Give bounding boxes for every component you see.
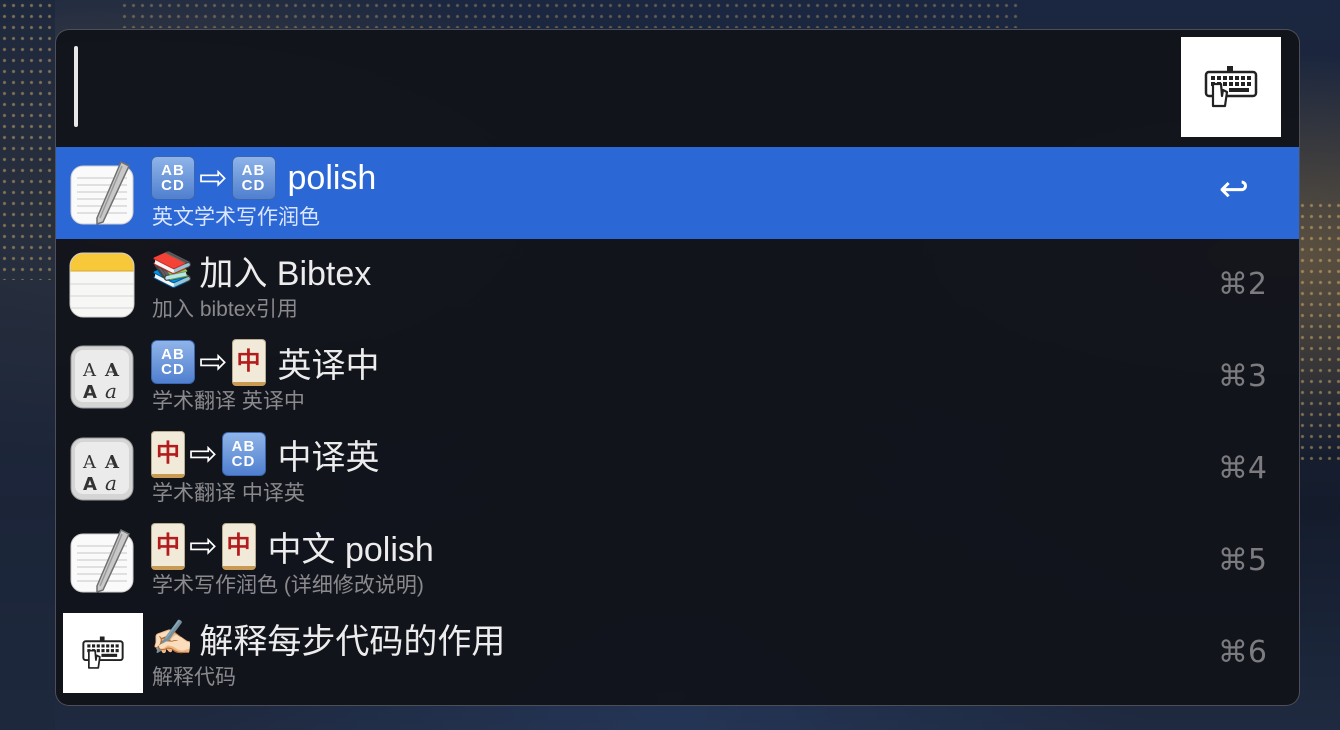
font-book-icon: A A A a bbox=[69, 436, 135, 502]
books-icon: 📚 bbox=[151, 251, 194, 289]
result-title: 中 ⇨ AB CD 中译英 bbox=[151, 430, 380, 478]
shortcut-cmd-2: ⌘2 bbox=[1217, 267, 1267, 302]
result-row-en-to-zh[interactable]: A A A a AB CD ⇨ 中 英译中 学术翻译 英译中 ⌘3 bbox=[56, 331, 1299, 423]
result-title: 📚 加入 Bibtex bbox=[151, 248, 372, 293]
keyboard-hand-icon bbox=[63, 613, 143, 693]
result-title: ✍🏻 解释每步代码的作用 bbox=[151, 616, 506, 661]
abcd-icon: AB CD bbox=[151, 340, 195, 384]
result-row-bibtex[interactable]: 📚 加入 Bibtex 加入 bibtex引用 ⌘2 bbox=[56, 239, 1299, 331]
mahjong-red-dragon-icon: 中 bbox=[151, 430, 185, 478]
writing-hand-icon: ✍🏻 bbox=[151, 619, 194, 657]
shortcut-cmd-4: ⌘4 bbox=[1217, 451, 1267, 486]
result-title-text: 中译英 bbox=[277, 438, 380, 477]
svg-text:A: A bbox=[82, 360, 97, 381]
result-row-polish[interactable]: AB CD ⇨ AB CD polish 英文学术写作润色 ↩ bbox=[56, 147, 1299, 239]
result-title-text: 中文 polish bbox=[267, 530, 434, 569]
mahjong-red-dragon-icon: 中 bbox=[231, 338, 266, 386]
result-title: 中 ⇨ 中 中文 polish bbox=[151, 522, 434, 570]
result-title: AB CD ⇨ AB CD polish bbox=[151, 156, 376, 200]
result-row-zh-polish[interactable]: 中 ⇨ 中 中文 polish 学术写作润色 (详细修改说明) ⌘5 bbox=[56, 515, 1299, 607]
wallpaper-lights-left bbox=[0, 0, 55, 280]
result-subtitle: 学术翻译 中译英 bbox=[152, 482, 305, 505]
result-subtitle: 加入 bibtex引用 bbox=[152, 298, 298, 321]
abcd-icon: AB CD bbox=[231, 156, 276, 200]
mahjong-red-dragon-icon: 中 bbox=[151, 522, 185, 570]
search-input[interactable] bbox=[66, 44, 1160, 131]
result-subtitle: 学术翻译 英译中 bbox=[152, 390, 305, 413]
result-title-text: polish bbox=[287, 158, 377, 197]
svg-text:A: A bbox=[83, 382, 97, 403]
result-title-text: 加入 Bibtex bbox=[199, 254, 372, 293]
launcher-panel: AB CD ⇨ AB CD polish 英文学术写作润色 ↩ 📚 加入 Bib… bbox=[55, 29, 1300, 706]
search-bar bbox=[56, 30, 1299, 147]
return-key-icon: ↩ bbox=[1218, 169, 1249, 210]
svg-text:A: A bbox=[83, 474, 97, 495]
abcd-icon: AB CD bbox=[151, 156, 195, 200]
svg-text:a: a bbox=[105, 379, 117, 403]
mahjong-red-dragon-icon: 中 bbox=[221, 522, 256, 570]
textedit-icon bbox=[69, 528, 135, 594]
result-subtitle: 解释代码 bbox=[152, 666, 236, 689]
result-title-text: 英译中 bbox=[277, 346, 380, 385]
arrow-right-icon: ⇨ bbox=[199, 343, 228, 381]
svg-text:A: A bbox=[104, 452, 120, 473]
result-title-text: 解释每步代码的作用 bbox=[199, 622, 506, 661]
svg-text:A: A bbox=[104, 360, 120, 381]
results-list: AB CD ⇨ AB CD polish 英文学术写作润色 ↩ 📚 加入 Bib… bbox=[56, 147, 1299, 699]
result-row-explain-code[interactable]: ✍🏻 解释每步代码的作用 解释代码 ⌘6 bbox=[56, 607, 1299, 699]
wallpaper-lights-right bbox=[1298, 200, 1340, 460]
notes-icon bbox=[69, 252, 135, 318]
svg-text:a: a bbox=[105, 471, 117, 495]
result-title: AB CD ⇨ 中 英译中 bbox=[151, 338, 380, 386]
keyboard-hand-icon bbox=[1181, 37, 1281, 137]
result-subtitle: 英文学术写作润色 bbox=[152, 206, 320, 229]
wallpaper-lights-top bbox=[120, 0, 1020, 28]
arrow-right-icon: ⇨ bbox=[189, 527, 218, 565]
result-row-zh-to-en[interactable]: A A A a 中 ⇨ AB CD 中译英 学术翻译 中译英 ⌘4 bbox=[56, 423, 1299, 515]
text-caret bbox=[74, 46, 78, 127]
abcd-icon: AB CD bbox=[221, 432, 266, 476]
shortcut-cmd-3: ⌘3 bbox=[1217, 359, 1267, 394]
arrow-right-icon: ⇨ bbox=[189, 435, 218, 473]
svg-text:A: A bbox=[82, 452, 97, 473]
font-book-icon: A A A a bbox=[69, 344, 135, 410]
textedit-icon bbox=[69, 160, 135, 226]
result-subtitle: 学术写作润色 (详细修改说明) bbox=[152, 574, 424, 597]
arrow-right-icon: ⇨ bbox=[199, 159, 228, 197]
shortcut-cmd-5: ⌘5 bbox=[1217, 543, 1267, 578]
shortcut-cmd-6: ⌘6 bbox=[1217, 635, 1267, 670]
